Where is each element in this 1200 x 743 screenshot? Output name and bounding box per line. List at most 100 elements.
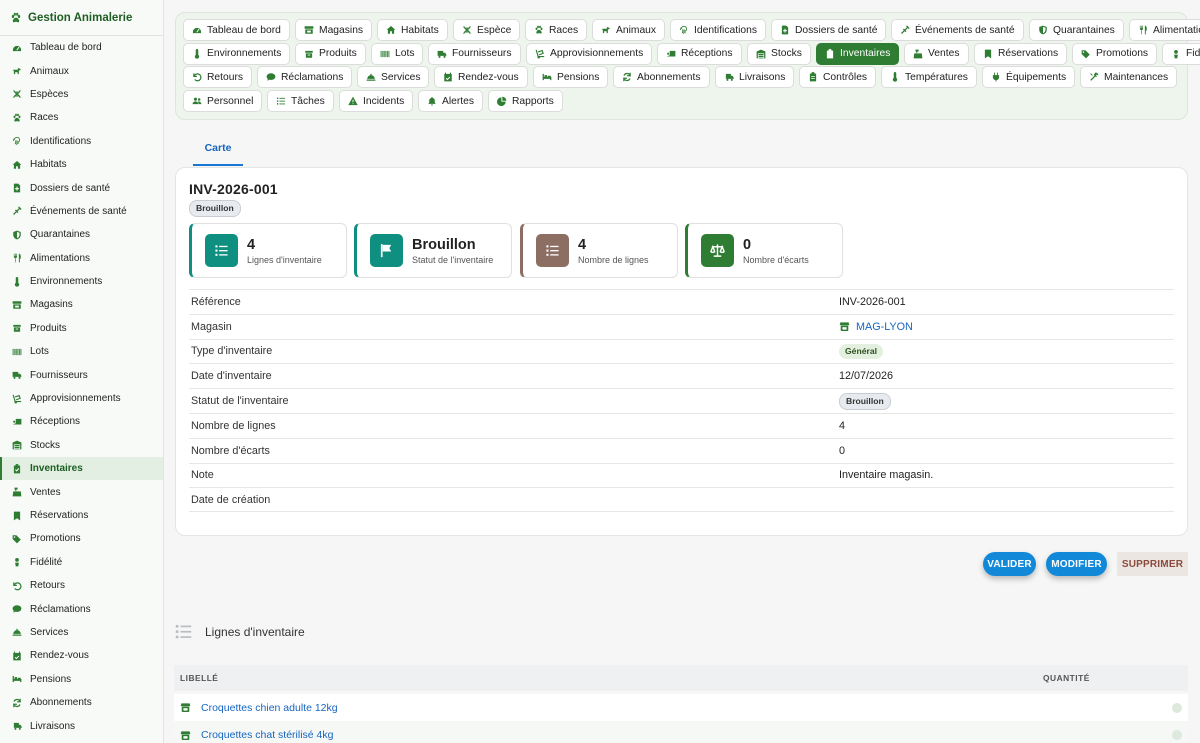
- sidebar-item-livraisons[interactable]: Livraisons: [0, 714, 163, 737]
- table-row[interactable]: Croquettes chat stérilisé 4kg: [174, 721, 1188, 743]
- warehouse-icon: [756, 49, 766, 59]
- tab-evenements-de-sante[interactable]: Événements de santé: [891, 19, 1024, 41]
- tab-produits[interactable]: Produits: [295, 42, 366, 65]
- tab-carte[interactable]: Carte: [193, 131, 243, 166]
- tab-reclamations[interactable]: Réclamations: [257, 66, 353, 89]
- tab-rapports[interactable]: Rapports: [488, 90, 563, 113]
- table-row[interactable]: Croquettes chien adulte 12kg: [174, 694, 1188, 721]
- tab-temperatures[interactable]: Températures: [881, 66, 977, 89]
- sidebar-item-services[interactable]: Services: [0, 621, 163, 644]
- tab-tableau-de-bord[interactable]: Tableau de bord: [183, 19, 290, 41]
- tab-promotions[interactable]: Promotions: [1072, 42, 1158, 65]
- tab-animaux[interactable]: Animaux: [592, 19, 666, 41]
- field-value: Inventaire magasin.: [839, 469, 934, 482]
- tab-espece[interactable]: Espèce: [453, 19, 521, 41]
- sidebar-item-retours[interactable]: Retours: [0, 574, 163, 597]
- sidebar-item-lots[interactable]: Lots: [0, 340, 163, 363]
- sidebar-item-label: Ventes: [30, 486, 61, 498]
- tab-identifications[interactable]: Identifications: [670, 19, 766, 41]
- validate-button[interactable]: VALIDER: [983, 552, 1036, 576]
- sidebar-item-label: Livraisons: [30, 720, 76, 732]
- tab-ventes[interactable]: Ventes: [904, 42, 969, 65]
- sidebar-item-identifications[interactable]: Identifications: [0, 130, 163, 153]
- sidebar-item-abonnements[interactable]: Abonnements: [0, 691, 163, 714]
- sidebar-item-habitats[interactable]: Habitats: [0, 153, 163, 176]
- tab-magasins[interactable]: Magasins: [295, 19, 373, 41]
- truck-icon: [12, 370, 22, 380]
- module-tab-panel: Tableau de bord Magasins Habitats Espèce Rac…: [175, 12, 1200, 120]
- tab-dossiers-de-sante[interactable]: Dossiers de santé: [771, 19, 887, 41]
- tab-incidents[interactable]: Incidents: [339, 90, 414, 113]
- tab-alertes[interactable]: Alertes: [418, 90, 484, 113]
- sidebar-item-label: Magasins: [30, 299, 73, 311]
- tab-inventaires[interactable]: Inventaires: [816, 42, 900, 65]
- tab-races[interactable]: Races: [525, 19, 588, 41]
- sidebar-item-reclamations[interactable]: Réclamations: [0, 597, 163, 620]
- sidebar-item-promotions[interactable]: Promotions: [0, 527, 163, 550]
- sidebar-item-evenements-de-sante[interactable]: Événements de santé: [0, 200, 163, 223]
- sidebar-item-stocks[interactable]: Stocks: [0, 434, 163, 457]
- tab-label: Inventaires: [840, 48, 891, 60]
- tab-pensions[interactable]: Pensions: [533, 66, 609, 89]
- edit-button[interactable]: MODIFIER: [1046, 552, 1107, 576]
- tab-label: Températures: [905, 71, 968, 83]
- sidebar-item-rendez-vous[interactable]: Rendez-vous: [0, 644, 163, 667]
- tab-fournisseurs[interactable]: Fournisseurs: [428, 42, 521, 65]
- sidebar-item-inventaires[interactable]: Inventaires: [0, 457, 163, 481]
- sidebar-item-pensions[interactable]: Pensions: [0, 668, 163, 691]
- tab-retours[interactable]: Retours: [183, 66, 253, 89]
- sidebar-item-races[interactable]: Races: [0, 106, 163, 129]
- field-label: Statut de l'inventaire: [191, 395, 289, 408]
- detail-row-nombre-d-ecarts: Nombre d'écarts 0: [189, 437, 1174, 463]
- product-link[interactable]: Croquettes chat stérilisé 4kg: [201, 729, 333, 741]
- sidebar-item-alimentations[interactable]: Alimentations: [0, 247, 163, 270]
- truck-ramp-icon: [666, 49, 676, 59]
- tab-receptions[interactable]: Réceptions: [657, 42, 742, 65]
- sidebar-item-especes[interactable]: Espèces: [0, 83, 163, 106]
- product-link[interactable]: Croquettes chien adulte 12kg: [201, 702, 338, 714]
- tab-environnements[interactable]: Environnements: [183, 42, 291, 65]
- sidebar-item-fournisseurs[interactable]: Fournisseurs: [0, 363, 163, 386]
- store-link[interactable]: MAG-LYON: [856, 321, 913, 333]
- tab-lots[interactable]: Lots: [371, 42, 424, 65]
- paw-icon: [534, 25, 544, 35]
- sidebar-item-environnements[interactable]: Environnements: [0, 270, 163, 293]
- tab-approvisionnements[interactable]: Approvisionnements: [526, 42, 653, 65]
- tab-fidelite[interactable]: Fidélité: [1162, 42, 1200, 65]
- tab-controles[interactable]: Contrôles: [799, 66, 877, 89]
- sidebar-item-ventes[interactable]: Ventes: [0, 480, 163, 503]
- field-value-cell: INV-2026-001: [839, 296, 906, 308]
- tab-equipements[interactable]: Équipements: [982, 66, 1076, 89]
- sidebar-item-produits[interactable]: Produits: [0, 317, 163, 340]
- app-brand[interactable]: Gestion Animalerie: [0, 0, 163, 36]
- field-value-cell: 0: [839, 445, 845, 457]
- tab-livraisons[interactable]: Livraisons: [715, 66, 795, 89]
- sidebar-item-receptions[interactable]: Réceptions: [0, 410, 163, 433]
- file-medical-icon: [12, 183, 22, 193]
- sidebar-item-tableau-de-bord[interactable]: Tableau de bord: [0, 36, 163, 59]
- sidebar-item-dossiers-de-sante[interactable]: Dossiers de santé: [0, 176, 163, 199]
- tab-alimentations[interactable]: Alimentations: [1129, 19, 1200, 41]
- sidebar-item-magasins[interactable]: Magasins: [0, 293, 163, 316]
- sidebar-item-fidelite[interactable]: Fidélité: [0, 551, 163, 574]
- tab-label: Réservations: [998, 48, 1059, 60]
- tab-abonnements[interactable]: Abonnements: [613, 66, 710, 89]
- sidebar-item-quarantaines[interactable]: Quarantaines: [0, 223, 163, 246]
- tab-habitats[interactable]: Habitats: [377, 19, 448, 41]
- delete-button[interactable]: SUPPRIMER: [1117, 552, 1188, 576]
- tab-services[interactable]: Services: [357, 66, 430, 89]
- sidebar-item-label: Rendez-vous: [30, 650, 89, 662]
- tab-taches[interactable]: Tâches: [267, 90, 334, 113]
- tab-rendez-vous[interactable]: Rendez-vous: [434, 66, 528, 89]
- clipboard-check-icon: [825, 48, 835, 59]
- tab-reservations[interactable]: Réservations: [974, 42, 1068, 65]
- tab-quarantaines[interactable]: Quarantaines: [1029, 19, 1124, 41]
- tab-stocks[interactable]: Stocks: [747, 42, 811, 65]
- field-value: 0: [839, 444, 846, 457]
- sidebar-item-approvisionnements[interactable]: Approvisionnements: [0, 387, 163, 410]
- tab-personnel[interactable]: Personnel: [183, 90, 263, 113]
- tab-label: Approvisionnements: [550, 48, 644, 60]
- sidebar-item-animaux[interactable]: Animaux: [0, 59, 163, 82]
- sidebar-item-reservations[interactable]: Réservations: [0, 504, 163, 527]
- tab-maintenances[interactable]: Maintenances: [1080, 66, 1178, 89]
